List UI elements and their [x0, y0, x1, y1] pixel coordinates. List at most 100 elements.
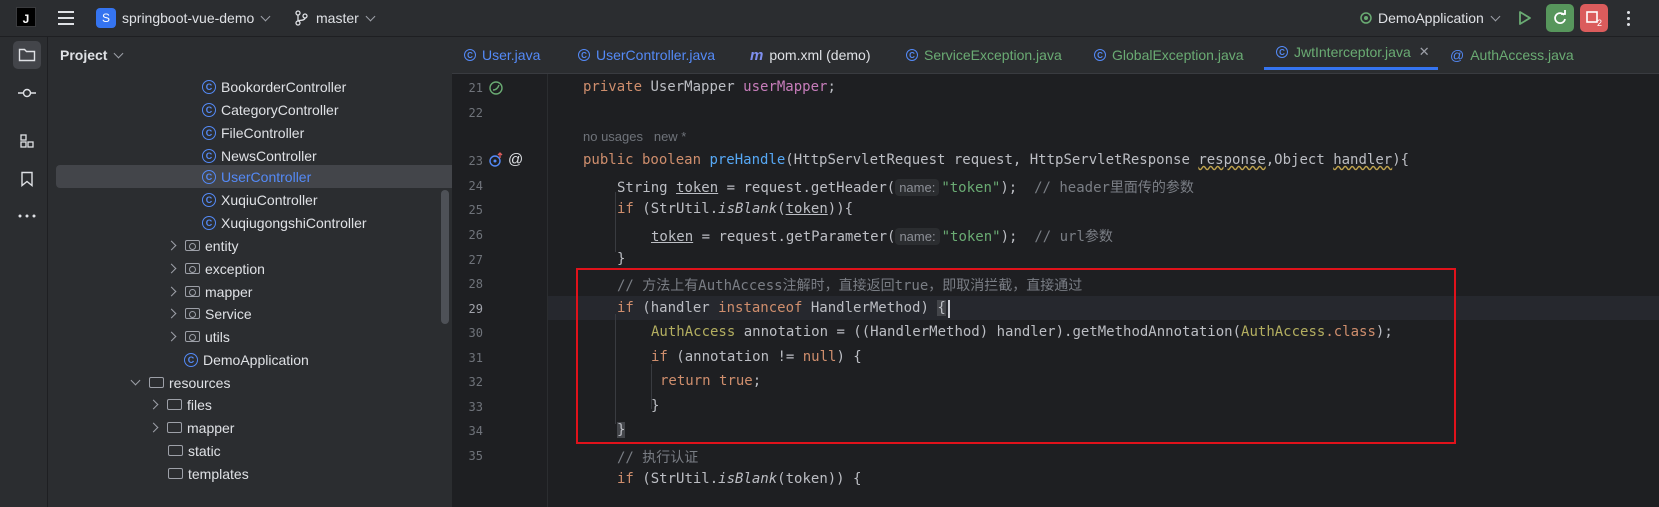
branch-selector[interactable]: master [316, 0, 376, 36]
package-icon [185, 331, 200, 342]
tree-item[interactable]: C FileController [56, 121, 466, 144]
main-menu-icon[interactable] [56, 0, 76, 36]
tree-item[interactable]: utils [56, 325, 466, 348]
tab-label: ServiceException.java [924, 47, 1062, 63]
tree-item[interactable]: mapper [56, 416, 466, 439]
tree-item[interactable]: C CategoryController [56, 98, 466, 121]
package-icon [185, 263, 200, 274]
tree-item[interactable]: C BookorderController [56, 75, 466, 98]
tree-item[interactable]: Service [56, 302, 466, 325]
tree-item[interactable]: exception [56, 257, 466, 280]
project-badge-icon[interactable]: S [96, 8, 116, 28]
tree-item-label: static [188, 442, 221, 459]
line-number: 31 [468, 351, 483, 365]
run-config-selector[interactable]: DemoApplication [1378, 0, 1501, 36]
more-actions-icon[interactable] [1622, 0, 1634, 36]
chevron-right-icon[interactable] [166, 308, 177, 319]
tab-globalexception-java[interactable]: C GlobalException.java [1094, 37, 1244, 73]
code-line-27: } [617, 251, 626, 267]
tree-item-label: resources [169, 374, 231, 391]
structure-icon[interactable] [13, 127, 41, 155]
tree-item[interactable]: C XuqiuController [56, 188, 466, 211]
rerun-icon [1554, 10, 1566, 24]
stop-button[interactable]: 2 [1580, 4, 1608, 32]
tree-item[interactable]: C NewsController [56, 144, 466, 167]
project-icon[interactable] [13, 41, 41, 69]
maven-icon: m [750, 46, 764, 64]
bookmarks-icon[interactable] [13, 165, 41, 193]
chevron-right-icon[interactable] [148, 422, 159, 433]
class-icon: C [1276, 46, 1288, 58]
project-name: springboot-vue-demo [122, 10, 255, 26]
tab-label: pom.xml (demo) [769, 47, 871, 63]
class-icon: C [464, 49, 476, 61]
class-icon: C [202, 102, 216, 117]
tree-item[interactable]: entity [56, 234, 466, 257]
usages-inlay[interactable]: no usages new * [583, 129, 686, 144]
code-line-24: String token = request.getHeader(name: "t… [617, 179, 1194, 196]
tab-user-java[interactable]: C User.java [464, 37, 540, 73]
override-icon[interactable] [488, 152, 504, 171]
chevron-down-icon [1490, 11, 1501, 21]
close-icon[interactable]: ✕ [1419, 44, 1430, 60]
spring-bean-icon[interactable] [488, 80, 504, 99]
tab-serviceexception-java[interactable]: C ServiceException.java [906, 37, 1062, 73]
tree-item-selected[interactable]: C UserController [56, 165, 466, 188]
tree-item[interactable]: resources [56, 371, 466, 394]
class-icon: C [1094, 49, 1106, 61]
chevron-down-icon [365, 11, 376, 21]
chevron-right-icon[interactable] [166, 263, 177, 274]
commit-icon[interactable] [13, 79, 41, 107]
tree-item[interactable]: templates [56, 462, 466, 485]
tree-item-label: utils [205, 328, 230, 345]
tab-label: JwtInterceptor.java [1294, 44, 1411, 60]
class-icon: C [578, 49, 590, 61]
tree-item[interactable]: files [56, 393, 466, 416]
tab-label: User.java [482, 47, 541, 63]
tab-authaccess-java[interactable]: @ AuthAccess.java [1450, 37, 1574, 73]
svg-text:2: 2 [1597, 18, 1602, 27]
project-scrollbar[interactable] [441, 190, 449, 324]
line-number: 35 [468, 449, 483, 463]
tree-item-label: entity [205, 237, 239, 254]
tree-item-label: UserController [221, 168, 312, 185]
intellij-logo-icon[interactable]: J [16, 7, 36, 27]
chevron-right-icon[interactable] [166, 240, 177, 251]
folder-icon [168, 468, 183, 479]
spring-app-icon: C [184, 352, 198, 367]
line-number: 23 [468, 154, 483, 168]
resources-folder-icon [149, 377, 164, 388]
tree-item-label: Service [205, 305, 252, 322]
folder-icon [168, 445, 183, 456]
project-panel-header[interactable]: Project [60, 37, 124, 73]
line-number: 24 [468, 179, 483, 193]
class-icon: C [202, 192, 216, 207]
project-selector[interactable]: springboot-vue-demo [122, 0, 271, 36]
class-icon: C [202, 169, 216, 184]
code-line-35: // 执行认证 [617, 450, 699, 466]
tree-item-label: CategoryController [221, 101, 339, 118]
line-number: 33 [468, 400, 483, 414]
parameter-hint: name: [895, 228, 940, 245]
chevron-down-icon [260, 11, 271, 21]
tree-item[interactable]: C XuqiugongshiController [56, 211, 466, 234]
chevron-right-icon[interactable] [148, 399, 159, 410]
chevron-right-icon[interactable] [166, 331, 177, 342]
annotation-gutter-icon[interactable]: @ [508, 151, 523, 168]
chevron-right-icon[interactable] [166, 286, 177, 297]
more-icon[interactable] [13, 202, 41, 230]
tree-item-label: templates [188, 465, 249, 482]
tab-usercontroller-java[interactable]: C UserController.java [578, 37, 715, 73]
branch-name: master [316, 10, 359, 26]
debug-button[interactable] [1546, 4, 1574, 32]
tree-item[interactable]: mapper [56, 280, 466, 303]
run-button[interactable] [1518, 0, 1532, 36]
tab-pom-xml[interactable]: m pom.xml (demo) [750, 37, 870, 73]
chevron-down-icon[interactable] [130, 375, 141, 386]
tree-item[interactable]: C DemoApplication [56, 348, 466, 371]
indent-guide [615, 192, 616, 252]
tree-item[interactable]: static [56, 439, 466, 462]
tab-jwtinterceptor-java[interactable]: C JwtInterceptor.java ✕ [1264, 37, 1438, 70]
tool-window-strip [0, 37, 48, 507]
line-number: 29 [468, 302, 483, 316]
